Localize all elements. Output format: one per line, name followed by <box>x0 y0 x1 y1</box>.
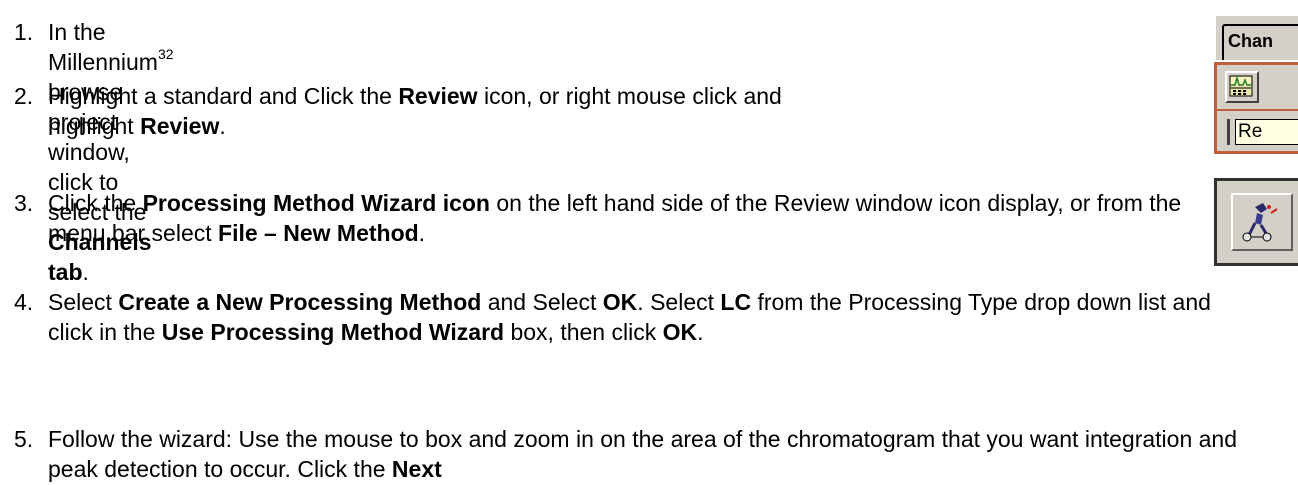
channels-tab-label: Chan <box>1228 31 1273 51</box>
superscript: 32 <box>157 46 174 63</box>
toolbar-divider <box>1217 109 1298 111</box>
bold-term: Next <box>391 456 442 482</box>
step-text: Highlight a standard and Click the Revie… <box>48 81 808 141</box>
text-run: . <box>219 113 226 139</box>
processing-method-wizard-button <box>1231 193 1293 251</box>
step-text: Click the Processing Method Wizard icon … <box>48 188 1208 248</box>
tooltip-shadow <box>1227 119 1230 145</box>
text-run: and Select <box>481 289 603 315</box>
text-run: box, then click <box>504 319 663 345</box>
text-run: . <box>418 220 426 246</box>
text-run: Select <box>48 289 119 315</box>
text-run: . <box>82 259 89 285</box>
bold-term: File – New Method <box>218 220 419 246</box>
step-text: Select Create a New Processing Method an… <box>48 287 1248 347</box>
step-number: 4. <box>14 289 34 315</box>
step-number: 2. <box>14 83 34 109</box>
bold-term: Use Processing Method Wizard <box>161 319 505 345</box>
review-icon-screenshot: Re <box>1214 62 1298 154</box>
wizard-icon-screenshot <box>1214 178 1298 266</box>
bold-term: OK <box>662 319 698 345</box>
text-run: Highlight a standard and Click the <box>48 83 399 109</box>
text-run: . Select <box>637 289 721 315</box>
review-tooltip: Re <box>1235 119 1298 145</box>
bold-term: Processing Method Wizard icon <box>142 190 490 216</box>
step-number: 5. <box>14 426 34 452</box>
bold-term: Create a New Processing Method <box>118 289 482 315</box>
bold-term: Review <box>140 113 220 139</box>
bold-term: LC <box>720 289 752 315</box>
review-button <box>1225 71 1259 103</box>
bold-term: Review <box>398 83 478 109</box>
channels-tab-screenshot: Chan <box>1214 14 1298 60</box>
step-number: 3. <box>14 190 34 216</box>
channels-tab: Chan <box>1222 24 1298 60</box>
review-tooltip-label: Re <box>1238 121 1263 142</box>
processing-method-wizard-icon <box>1242 203 1278 242</box>
text-run: Click the <box>48 190 143 216</box>
bold-term: OK <box>602 289 638 315</box>
review-chromatogram-icon <box>1229 75 1253 97</box>
text-run: . <box>697 319 704 345</box>
step-number: 1. <box>14 19 34 45</box>
text-run: Follow the wizard: Use the mouse to box … <box>48 426 1238 482</box>
step-text: Follow the wizard: Use the mouse to box … <box>48 424 1288 484</box>
text-run: In the Millennium <box>48 19 158 75</box>
